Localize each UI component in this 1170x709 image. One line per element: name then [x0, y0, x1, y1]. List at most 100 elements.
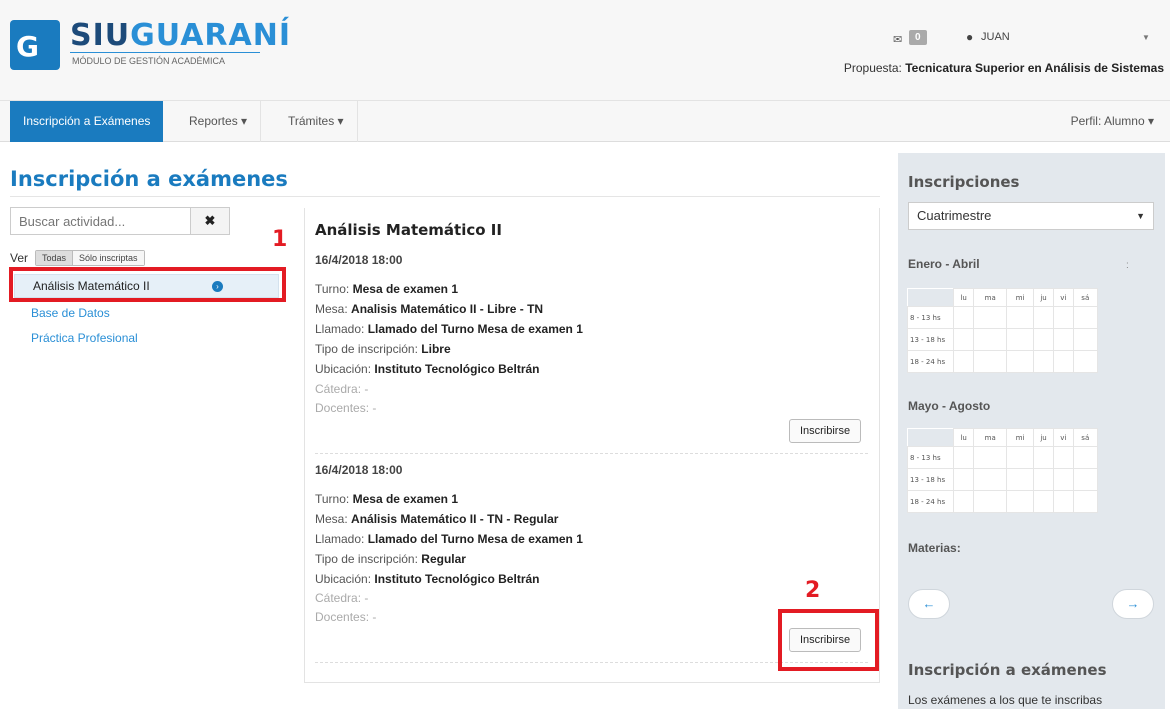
grid-cell [1053, 306, 1074, 329]
nav-tramites-dropdown[interactable]: Trámites ▾ [275, 101, 358, 142]
caret-down-icon: ▼ [1136, 211, 1145, 221]
turno-value: Mesa de examen 1 [352, 492, 458, 506]
day-vi: vi [1053, 288, 1074, 307]
grid-row: 18 - 24 hs [907, 490, 1099, 513]
logo-guarani: GUARANÍ [130, 18, 292, 53]
tipo-label: Tipo de inscripción: [315, 552, 418, 566]
grid-cell [973, 490, 1008, 513]
grid-cell [973, 468, 1008, 491]
grid-row: 8 - 13 hs [907, 306, 1099, 329]
grid-cell [1072, 446, 1099, 469]
grid-cell [952, 468, 975, 491]
clear-search-icon[interactable]: ✖ [190, 207, 230, 235]
subject-title: Análisis Matemático II [315, 221, 502, 239]
grid-cell [952, 328, 975, 351]
search-activity-input[interactable] [10, 207, 190, 235]
grid-cell [1006, 446, 1034, 469]
grid-row: 18 - 24 hs [907, 350, 1099, 373]
day-ju: ju [1032, 428, 1055, 447]
grid-row: 13 - 18 hs [907, 328, 1099, 351]
mail-count-badge[interactable]: 0 [909, 30, 927, 45]
mesa-value: Análisis Matemático II - TN - Regular [351, 512, 559, 526]
day-mi: mi [1006, 428, 1034, 447]
grid-cell [952, 446, 975, 469]
ver-label: Ver [10, 251, 29, 265]
grid-cell [973, 350, 1008, 373]
grid-cell [1053, 468, 1074, 491]
nav-inscripcion-examenes[interactable]: Inscripción a Exámenes [10, 101, 164, 142]
grid-cell [1072, 350, 1099, 373]
exam-tipo: Tipo de inscripción: Regular [315, 552, 466, 566]
turno-value: Mesa de examen 1 [352, 282, 458, 296]
filter-solo-inscriptas-button[interactable]: Sólo inscriptas [73, 251, 144, 265]
logo-title[interactable]: SIUGUARANÍ [70, 18, 291, 53]
activity-item-base-de-datos[interactable]: Base de Datos [31, 306, 110, 320]
day-ma: ma [973, 428, 1008, 447]
filter-todas-button[interactable]: Todas [36, 251, 74, 265]
llamado-value: Llamado del Turno Mesa de examen 1 [367, 532, 583, 546]
user-menu[interactable]: JUAN [981, 31, 1010, 43]
turno-label: Turno: [315, 282, 350, 296]
page-title: Inscripción a exámenes [10, 167, 288, 191]
user-caret-down-icon[interactable]: ▼ [1142, 33, 1150, 42]
app-header: G SIUGUARANÍ MÓDULO DE GESTIÓN ACADÉMICA… [0, 0, 1170, 100]
exam-date: 16/4/2018 18:00 [315, 463, 403, 477]
propuesta-info: Propuesta: Tecnicatura Superior en Análi… [844, 61, 1164, 75]
arrow-left-icon[interactable]: ← [908, 589, 950, 619]
grid-cell [1053, 446, 1074, 469]
grid-cell [952, 306, 975, 329]
grid-cell [952, 490, 975, 513]
exam-llamado: Llamado: Llamado del Turno Mesa de exame… [315, 532, 583, 546]
slot-label: 8 - 13 hs [907, 306, 954, 329]
grid-cell [1053, 490, 1074, 513]
activity-item-practica-profesional[interactable]: Práctica Profesional [31, 331, 138, 345]
exam-mesa: Mesa: Análisis Matemático II - TN - Regu… [315, 512, 558, 526]
grid-cell [1032, 328, 1055, 351]
nav-reportes-dropdown[interactable]: Reportes ▾ [176, 101, 262, 142]
grid-row: 13 - 18 hs [907, 468, 1099, 491]
exam-date: 16/4/2018 18:00 [315, 253, 403, 267]
inscribirse-button-libre[interactable]: Inscribirse [789, 419, 861, 443]
exam-turno: Turno: Mesa de examen 1 [315, 282, 458, 296]
schedule-grid-mayo-agosto: lu ma mi ju vi sá 8 - 13 hs 13 - 18 hs 1… [907, 428, 1099, 513]
grid-corner [907, 288, 954, 307]
logo-letter: G [16, 30, 39, 63]
annotation-marker-1: 1 [272, 227, 288, 252]
exam-catedra: Cátedra: - [315, 382, 369, 396]
grid-cell [1032, 490, 1055, 513]
inscripciones-title: Inscripciones [908, 173, 1020, 191]
llamado-label: Llamado: [315, 532, 365, 546]
grid-cell [973, 306, 1008, 329]
grid-corner [907, 428, 954, 447]
day-sa: sá [1072, 428, 1099, 447]
grid-header-row: lu ma mi ju vi sá [907, 288, 1099, 307]
exam-divider [315, 453, 868, 454]
propuesta-label: Propuesta: [843, 61, 902, 75]
grid-cell [1053, 328, 1074, 351]
exam-ubicacion: Ubicación: Instituto Tecnológico Beltrán [315, 572, 540, 586]
day-lu: lu [952, 288, 975, 307]
llamado-label: Llamado: [315, 322, 365, 336]
arrow-right-icon[interactable]: → [1112, 589, 1154, 619]
period-select[interactable]: Cuatrimestre ▼ [908, 202, 1154, 230]
tipo-value: Regular [421, 552, 466, 566]
envelope-icon[interactable]: ✉ [893, 33, 902, 46]
llamado-value: Llamado del Turno Mesa de examen 1 [367, 322, 583, 336]
period-select-value: Cuatrimestre [917, 208, 992, 223]
slot-label: 13 - 18 hs [907, 328, 954, 351]
grid-cell [973, 446, 1008, 469]
grid-cell [973, 328, 1008, 351]
day-ma: ma [973, 288, 1008, 307]
slot-label: 18 - 24 hs [907, 350, 954, 373]
perfil-dropdown[interactable]: Perfil: Alumno ▾ [1071, 101, 1154, 142]
mesa-label: Mesa: [315, 302, 348, 316]
grid-cell [1072, 328, 1099, 351]
grid-cell [1053, 350, 1074, 373]
exam-catedra: Cátedra: - [315, 591, 369, 605]
logo-siu: SIU [70, 18, 131, 53]
mesa-label: Mesa: [315, 512, 348, 526]
slot-label: 8 - 13 hs [907, 446, 954, 469]
propuesta-value: Tecnicatura Superior en Análisis de Sist… [905, 61, 1164, 75]
logo-divider [70, 52, 260, 53]
grid-cell [1072, 306, 1099, 329]
